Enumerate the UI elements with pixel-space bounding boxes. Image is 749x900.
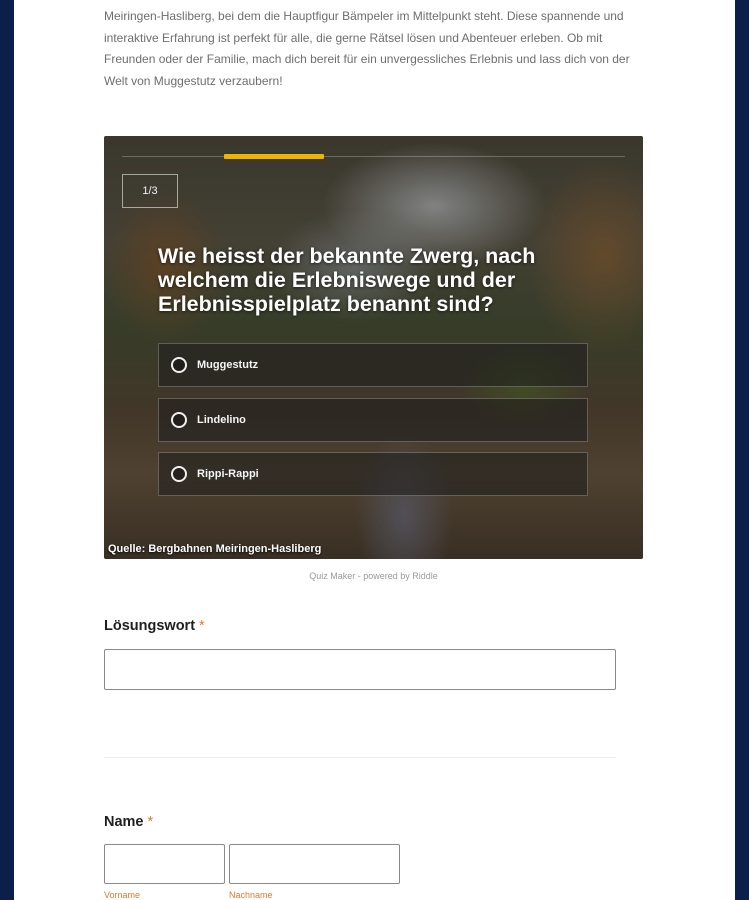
- quiz-widget: 1/3 Wie heisst der bekannte Zwerg, nach …: [104, 136, 643, 559]
- radio-icon[interactable]: [171, 357, 187, 373]
- radio-icon[interactable]: [171, 412, 187, 428]
- powered-by-link[interactable]: Quiz Maker - powered by Riddle: [104, 571, 643, 581]
- quiz-question: Wie heisst der bekannte Zwerg, nach welc…: [158, 244, 536, 316]
- answer-option-1[interactable]: Muggestutz: [158, 343, 588, 387]
- required-mark: *: [199, 618, 205, 634]
- answer-option-2[interactable]: Lindelino: [158, 398, 588, 442]
- quiz-progress-bar: [224, 154, 324, 159]
- answer-label: Muggestutz: [197, 359, 259, 371]
- page-content: Meiringen-Hasliberg, bei dem die Hauptfi…: [14, 0, 735, 900]
- last-name-sublabel: Nachname: [229, 890, 273, 900]
- radio-icon[interactable]: [171, 466, 187, 482]
- last-name-input[interactable]: [229, 844, 400, 884]
- form-divider: [104, 757, 616, 758]
- quiz-progress-track: [122, 156, 625, 157]
- name-field-label: Name *: [104, 814, 153, 830]
- answer-option-3[interactable]: Rippi-Rappi: [158, 452, 588, 496]
- intro-paragraph: Meiringen-Hasliberg, bei dem die Hauptfi…: [104, 9, 630, 88]
- required-mark: *: [147, 814, 154, 830]
- solution-input[interactable]: [104, 649, 616, 690]
- answer-label: Rippi-Rappi: [197, 468, 259, 480]
- solution-field-label: Lösungswort *: [104, 618, 205, 634]
- name-label-text: Name: [104, 814, 144, 830]
- image-credit: Quelle: Bergbahnen Meiringen-Hasliberg: [108, 543, 322, 555]
- first-name-input[interactable]: [104, 844, 225, 884]
- question-counter: 1/3: [122, 174, 178, 208]
- solution-label-text: Lösungswort: [104, 618, 196, 634]
- answer-label: Lindelino: [197, 414, 246, 426]
- first-name-sublabel: Vorname: [104, 890, 141, 900]
